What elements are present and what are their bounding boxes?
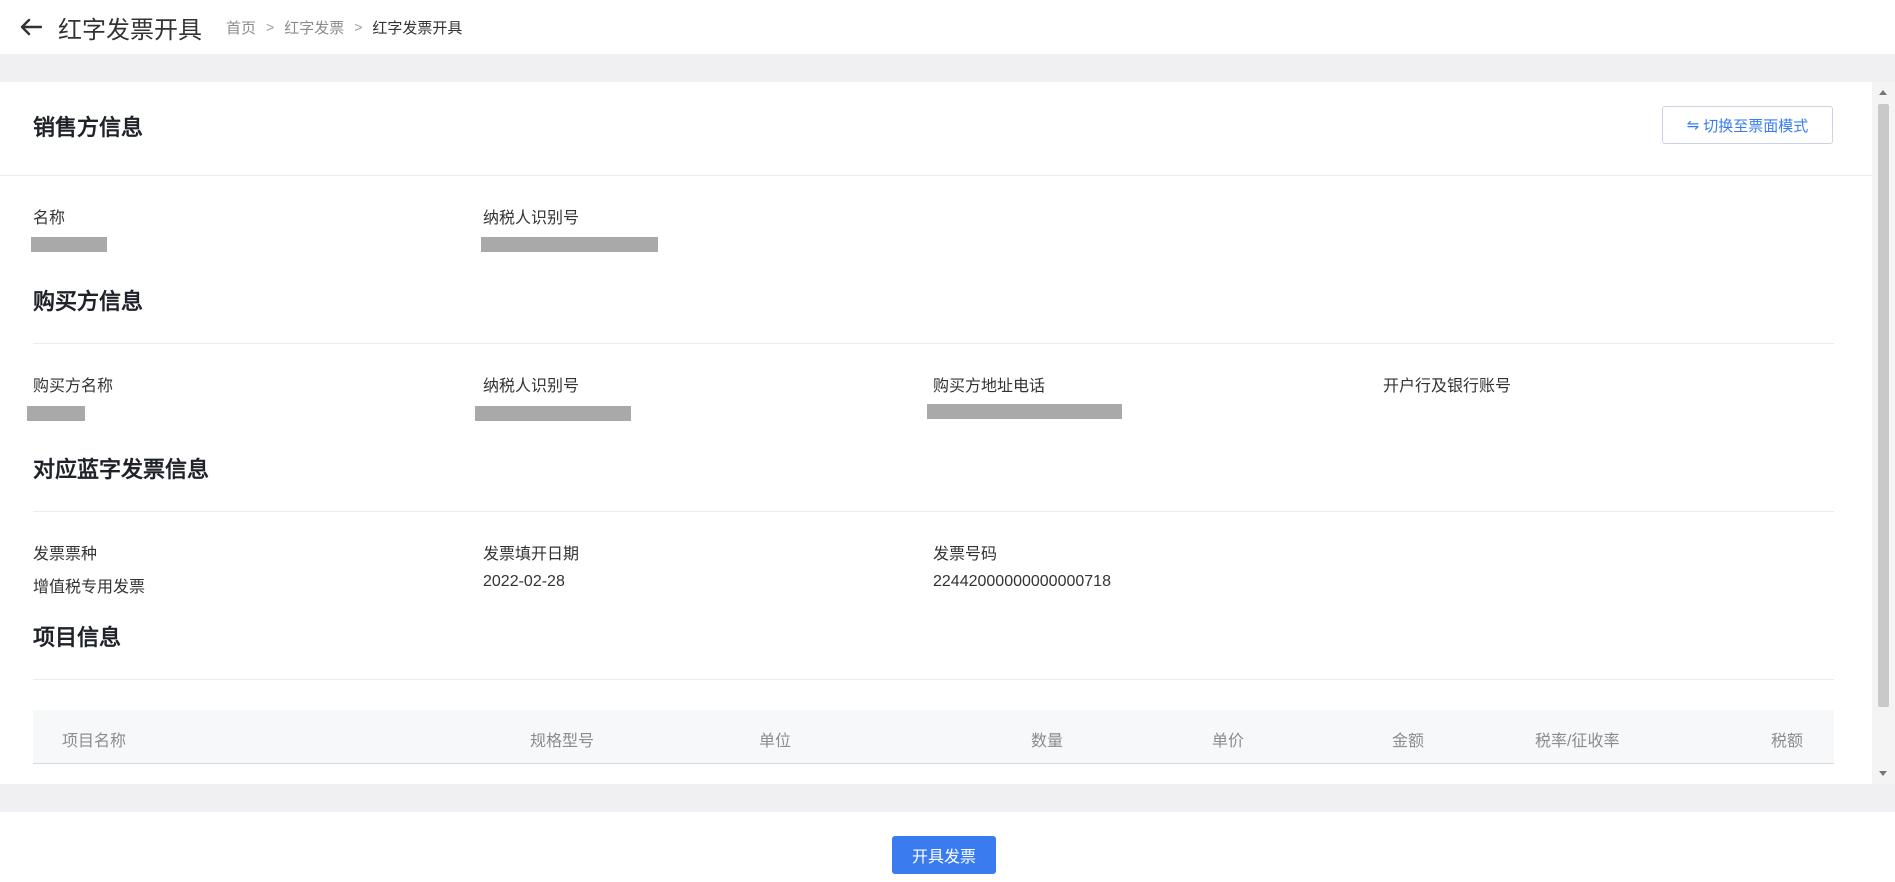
footer-bar: 开具发票 — [0, 812, 1895, 882]
divider — [0, 175, 1872, 176]
breadcrumb-separator: > — [266, 19, 275, 35]
buyer-tax-id-label: 纳税人识别号 — [483, 378, 580, 395]
seller-tax-id-redacted — [481, 237, 658, 252]
top-bar: 红字发票开具 首页 > 红字发票 > 红字发票开具 — [0, 0, 1895, 54]
seller-name-redacted — [31, 237, 107, 252]
main-panel: 销售方信息 ⇋ 切换至票面模式 名称 纳税人识别号 购买方信息 购买方名称 纳税… — [0, 82, 1872, 784]
switch-to-invoice-mode-button[interactable]: ⇋ 切换至票面模式 — [1662, 106, 1833, 144]
breadcrumb-current: 红字发票开具 — [372, 19, 463, 37]
divider — [33, 679, 1834, 680]
page-title: 红字发票开具 — [58, 16, 202, 44]
swap-icon: ⇋ — [1686, 117, 1700, 134]
invoice-number-label: 发票号码 — [933, 546, 998, 563]
blue-invoice-section-title: 对应蓝字发票信息 — [33, 457, 210, 482]
invoice-date-label: 发票填开日期 — [483, 546, 580, 563]
column-header-item-name: 项目名称 — [62, 733, 127, 750]
seller-section-title: 销售方信息 — [33, 115, 144, 140]
column-header-tax-amount: 税额 — [1771, 733, 1804, 750]
column-header-unit-price: 单价 — [1212, 733, 1245, 750]
scroll-down-icon[interactable] — [1879, 771, 1887, 776]
breadcrumb-home[interactable]: 首页 — [226, 17, 256, 38]
seller-tax-id-label: 纳税人识别号 — [483, 210, 580, 227]
column-header-quantity: 数量 — [1031, 733, 1064, 750]
scrollbar-thumb[interactable] — [1878, 104, 1889, 707]
column-header-unit: 单位 — [759, 733, 792, 750]
breadcrumb: 首页 > 红字发票 > 红字发票开具 — [226, 17, 462, 38]
buyer-section-title: 购买方信息 — [33, 289, 144, 314]
buyer-tax-id-redacted — [475, 406, 631, 421]
invoice-type-value: 增值税专用发票 — [33, 579, 146, 596]
divider — [33, 511, 1834, 512]
column-header-amount: 金额 — [1392, 733, 1425, 750]
vertical-scrollbar[interactable] — [1872, 82, 1895, 784]
invoice-date-value: 2022-02-28 — [483, 573, 565, 590]
divider — [33, 343, 1834, 344]
items-table-header: 项目名称 规格型号 单位 数量 单价 金额 税率/征收率 税额 — [33, 710, 1834, 764]
buyer-name-redacted — [27, 406, 85, 421]
breadcrumb-red-invoice[interactable]: 红字发票 — [284, 17, 344, 38]
invoice-type-label: 发票票种 — [33, 546, 98, 563]
buyer-bank-label: 开户行及银行账号 — [1383, 378, 1512, 395]
seller-name-label: 名称 — [33, 210, 66, 227]
scroll-up-icon[interactable] — [1879, 90, 1887, 95]
switch-button-label: 切换至票面模式 — [1703, 117, 1809, 135]
breadcrumb-separator: > — [354, 19, 363, 35]
buyer-name-label: 购买方名称 — [33, 378, 114, 395]
issue-invoice-button[interactable]: 开具发票 — [892, 836, 996, 874]
buyer-address-phone-label: 购买方地址电话 — [933, 378, 1046, 395]
buyer-address-phone-redacted — [927, 404, 1122, 419]
column-header-tax-rate: 税率/征收率 — [1535, 733, 1620, 750]
items-section-title: 项目信息 — [33, 625, 122, 650]
column-header-spec: 规格型号 — [530, 733, 595, 750]
back-arrow-icon[interactable] — [18, 16, 44, 38]
invoice-number-value: 22442000000000000718 — [933, 573, 1111, 590]
